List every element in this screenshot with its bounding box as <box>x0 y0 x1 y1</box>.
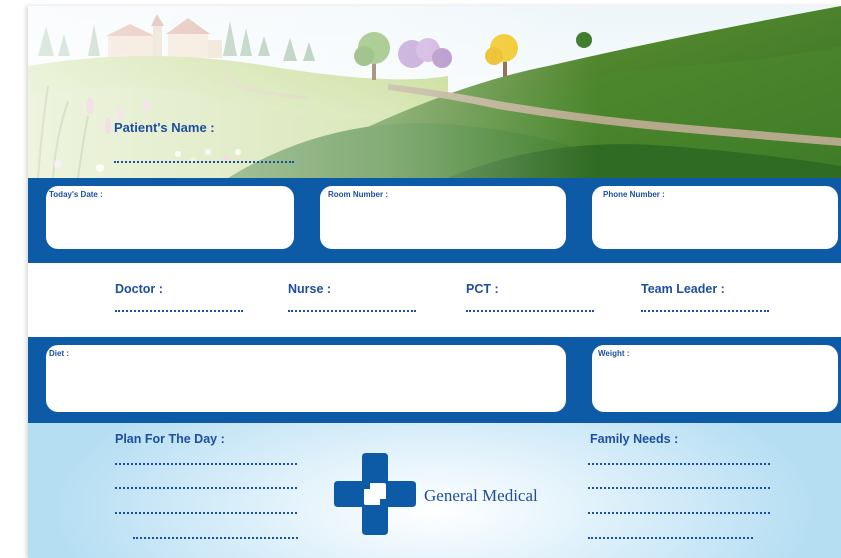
patient-name-label: Patient's Name : <box>114 120 215 135</box>
family-line-1[interactable] <box>588 463 770 465</box>
pct-line[interactable] <box>466 310 594 312</box>
room-number-label: Room Number : <box>328 190 388 199</box>
weight-card[interactable]: Weight : <box>592 345 838 412</box>
plan-line-3[interactable] <box>115 512 297 514</box>
diet-card[interactable]: Diet : <box>46 345 566 412</box>
weight-label: Weight : <box>598 349 630 358</box>
whiteboard: Patient's Name : Today's Date : Room Num… <box>28 6 841 558</box>
plan-line-1[interactable] <box>115 463 297 465</box>
landscape-illustration <box>28 6 841 178</box>
patient-name-line[interactable] <box>114 161 294 163</box>
nurse-label: Nurse : <box>288 282 332 296</box>
plan-for-day-label: Plan For The Day : <box>115 432 225 446</box>
plan-line-2[interactable] <box>115 487 297 489</box>
todays-date-card[interactable]: Today's Date : <box>46 186 294 249</box>
phone-number-label: Phone Number : <box>603 190 665 199</box>
nurse-line[interactable] <box>288 310 416 312</box>
phone-number-card[interactable]: Phone Number : <box>592 186 838 249</box>
plan-line-4[interactable] <box>133 537 298 539</box>
family-line-3[interactable] <box>588 512 770 514</box>
diet-label: Diet : <box>49 349 69 358</box>
family-line-2[interactable] <box>588 487 770 489</box>
general-medical-logo-text: General Medical <box>424 486 538 505</box>
team-leader-label: Team Leader : <box>641 282 725 296</box>
todays-date-label: Today's Date : <box>49 190 103 199</box>
family-needs-label: Family Needs : <box>590 432 679 446</box>
landscape-banner: Patient's Name : <box>28 6 841 178</box>
family-line-4[interactable] <box>588 537 753 539</box>
room-number-card[interactable]: Room Number : <box>320 186 566 249</box>
medical-cross-icon <box>334 453 416 535</box>
doctor-label: Doctor : <box>115 282 163 296</box>
team-leader-line[interactable] <box>641 310 769 312</box>
pct-label: PCT : <box>466 282 499 296</box>
doctor-line[interactable] <box>115 310 243 312</box>
